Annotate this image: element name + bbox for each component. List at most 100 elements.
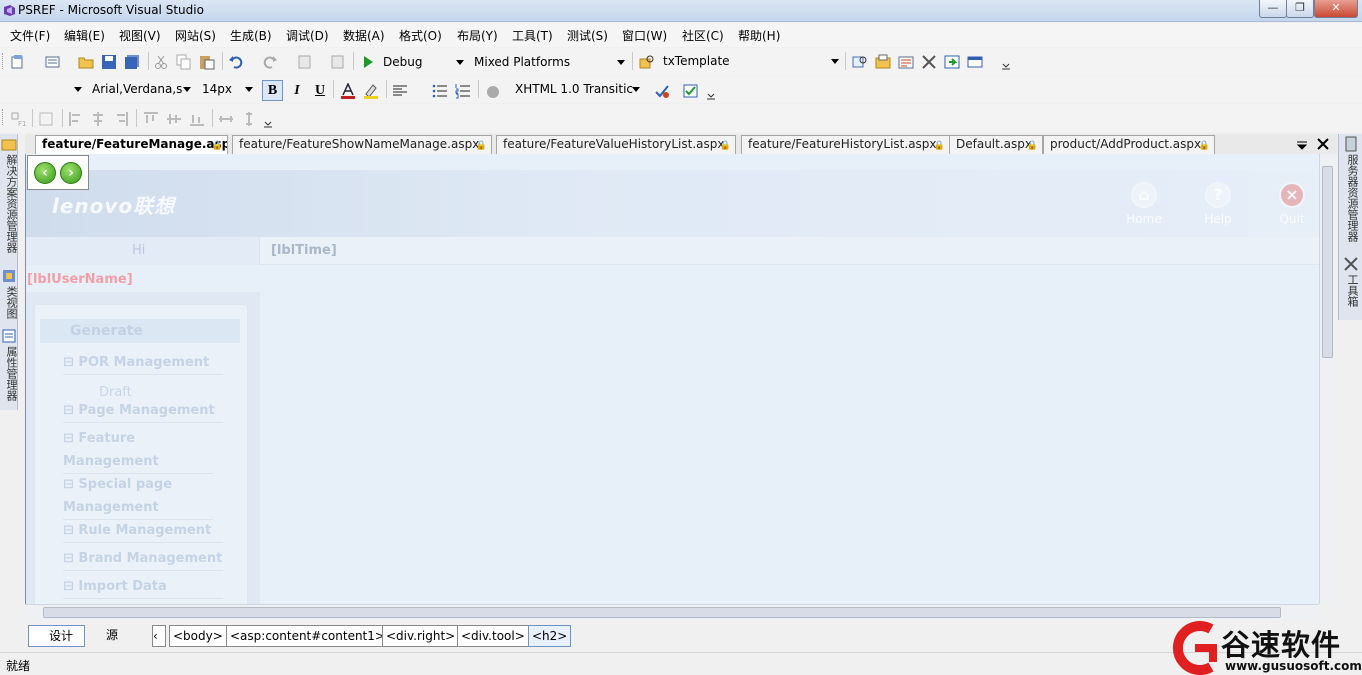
toolbar-options-icon[interactable] (705, 90, 717, 102)
toolbox-tab[interactable]: 工具箱 (1344, 274, 1360, 307)
undo-icon[interactable] (228, 54, 244, 70)
class-view-tab[interactable]: 类视图 (3, 286, 19, 319)
crumb-h2[interactable]: <h2> (528, 625, 572, 647)
nav-home[interactable]: ⌂ Home (1114, 182, 1174, 226)
grid-icon[interactable] (38, 111, 54, 127)
close-document-icon[interactable] (1315, 136, 1331, 152)
copy-icon[interactable] (176, 54, 192, 70)
menu-tools[interactable]: 工具(T) (512, 27, 553, 44)
solution-explorer-icon[interactable] (875, 54, 891, 70)
menu-import-data[interactable]: ⊟ Import Data (63, 575, 223, 599)
vertical-scrollbar[interactable] (1319, 154, 1335, 604)
menu-test[interactable]: 测试(S) (567, 27, 608, 44)
validate-page-icon[interactable] (683, 83, 699, 99)
save-all-icon[interactable] (124, 54, 140, 70)
align-middles-icon[interactable] (166, 111, 182, 127)
font-name-select[interactable]: Arial,Verdana,s (87, 79, 195, 99)
menu-debug[interactable]: 调试(D) (286, 27, 329, 44)
cut-icon[interactable] (153, 54, 169, 70)
toolbar-options-icon[interactable] (1000, 60, 1012, 72)
solution-config-select[interactable]: Debug (378, 52, 468, 72)
align-lefts-icon[interactable] (68, 111, 84, 127)
check-accessibility-icon[interactable] (654, 83, 670, 99)
align-left-icon[interactable] (392, 83, 408, 99)
menu-feature-management[interactable]: ⊟ Feature Management (63, 427, 213, 474)
tab-add-product[interactable]: product/AddProduct.aspx 🔒 (1043, 135, 1215, 154)
crumb-div-tool[interactable]: <div.tool> (457, 625, 529, 647)
block-format-select[interactable] (2, 79, 86, 99)
menu-window[interactable]: 窗口(W) (622, 27, 667, 44)
navigate-forward-icon[interactable] (330, 54, 346, 70)
menu-brand-management[interactable]: ⊟ Brand Management (63, 547, 223, 571)
menu-special-page-management[interactable]: ⊟ Special page Management (63, 473, 213, 520)
make-same-height-icon[interactable] (241, 111, 257, 127)
source-view-button[interactable]: 源 (86, 625, 128, 647)
absolute-position-icon[interactable] (485, 83, 501, 99)
nav-quit[interactable]: × Quit (1262, 182, 1319, 226)
bulleted-list-icon[interactable] (432, 83, 448, 99)
underline-button[interactable]: U (311, 81, 329, 101)
window-position-icon[interactable] (1294, 137, 1310, 153)
target-schema-select[interactable]: XHTML 1.0 Transitic (510, 79, 644, 99)
menu-website[interactable]: 网站(S) (175, 27, 216, 44)
open-folder-icon[interactable] (78, 54, 94, 70)
server-explorer-tab[interactable]: 服务器资源管理器 (1344, 154, 1360, 242)
foreground-color-icon[interactable] (340, 83, 356, 99)
align-tops-icon[interactable] (143, 111, 159, 127)
property-manager-tab[interactable]: 属性管理器 (3, 346, 19, 401)
other-windows-icon[interactable] (967, 54, 983, 70)
menu-help[interactable]: 帮助(H) (738, 27, 780, 44)
horizontal-scrollbar[interactable] (25, 604, 1319, 620)
maximize-button[interactable]: ❐ (1286, 0, 1314, 18)
tab-feature-manage[interactable]: feature/FeatureManage.aspx 🔒 (35, 135, 228, 155)
font-size-select[interactable]: 14px (197, 79, 257, 99)
forward-arrow-icon[interactable]: › (60, 162, 82, 184)
add-item-icon[interactable] (45, 54, 61, 70)
menu-generate-header[interactable]: Generate (40, 319, 240, 343)
solution-platform-select[interactable]: Mixed Platforms (469, 52, 629, 72)
tab-feature-history-list[interactable]: feature/FeatureHistoryList.aspx 🔒 (741, 135, 950, 154)
align-rights-icon[interactable] (113, 111, 129, 127)
minimize-button[interactable]: — (1259, 0, 1287, 18)
menu-layout[interactable]: 布局(Y) (457, 27, 498, 44)
menu-rule-management[interactable]: ⊟ Rule Management (63, 519, 223, 543)
italic-button[interactable]: I (288, 81, 306, 101)
find-in-files-icon[interactable] (639, 54, 655, 70)
design-surface[interactable]: lenovo联想 ⌂ Home ? Help × Quit Hi [lblTime] … (25, 154, 1319, 604)
paste-icon[interactable] (199, 54, 215, 70)
nav-help[interactable]: ? Help (1188, 182, 1248, 226)
solution-explorer-tab[interactable]: 解决方案资源管理器 (3, 154, 19, 253)
menu-page-management[interactable]: ⊟ Page Management (63, 399, 223, 423)
back-arrow-icon[interactable]: ‹ (34, 162, 56, 184)
menu-view[interactable]: 视图(V) (119, 27, 161, 44)
scrollbar-thumb[interactable] (1322, 166, 1333, 358)
navigate-backward-icon[interactable] (297, 54, 313, 70)
align-centers-icon[interactable] (90, 111, 106, 127)
crumb-content[interactable]: <asp:content#content1> (226, 625, 389, 647)
tab-feature-value-history-list[interactable]: feature/FeatureValueHistoryList.aspx 🔒 (496, 135, 736, 154)
align-bottoms-icon[interactable] (189, 111, 205, 127)
close-button[interactable]: ✕ (1314, 0, 1358, 18)
find-combo[interactable]: txTemplate (658, 51, 843, 71)
toolbar-options-icon[interactable] (262, 118, 274, 130)
numbered-list-icon[interactable] (455, 83, 471, 99)
design-view-button[interactable]: 设计 (28, 625, 85, 647)
tab-default[interactable]: Default.aspx 🔒 (949, 135, 1043, 154)
properties-icon[interactable] (898, 54, 914, 70)
lbl-user-name[interactable]: [lblUserName] (27, 272, 133, 287)
menu-edit[interactable]: 编辑(E) (64, 27, 105, 44)
menu-data[interactable]: 数据(A) (343, 27, 385, 44)
crumb-scroll-left[interactable]: ‹ (152, 625, 166, 647)
toolbar-grip[interactable] (2, 109, 5, 125)
find-symbol-icon[interactable] (852, 54, 868, 70)
start-debugging-icon[interactable] (360, 54, 376, 70)
lbl-time[interactable]: [lblTime] (271, 243, 337, 258)
crumb-div-right[interactable]: <div.right> (382, 625, 460, 647)
new-project-icon[interactable] (10, 54, 26, 70)
toolbox-icon[interactable] (921, 54, 937, 70)
start-page-icon[interactable] (944, 54, 960, 70)
redo-icon[interactable] (262, 54, 278, 70)
bold-button[interactable]: B (262, 80, 283, 101)
menu-format[interactable]: 格式(O) (399, 27, 442, 44)
make-same-width-icon[interactable] (218, 111, 234, 127)
